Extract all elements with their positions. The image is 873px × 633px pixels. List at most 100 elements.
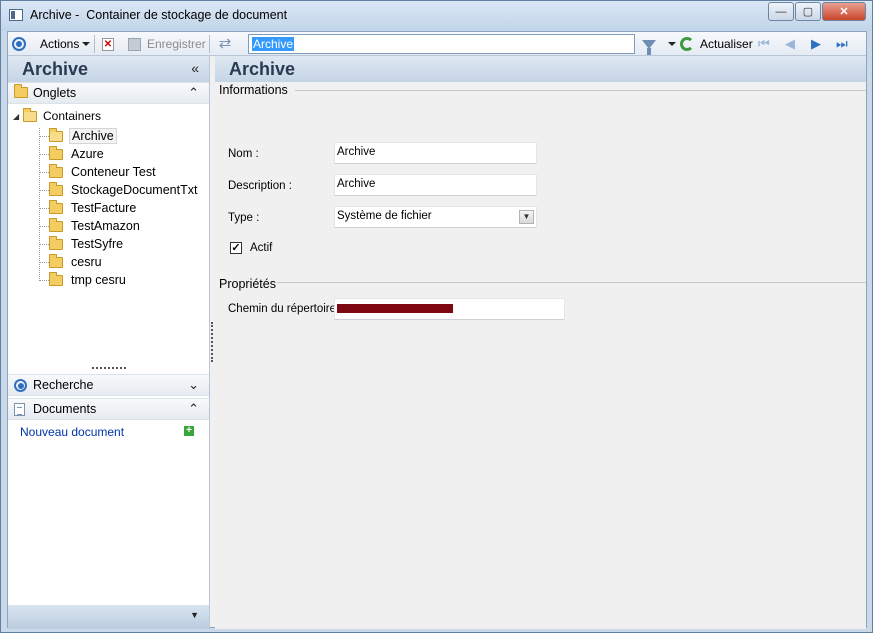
new-document-link[interactable]: Nouveau document [20, 425, 124, 439]
search-target-icon [14, 379, 27, 392]
section-divider [277, 282, 866, 283]
target-icon[interactable] [12, 34, 26, 54]
document-icon [14, 403, 25, 416]
tree-item-tmp-cesru[interactable]: tmp cesru [39, 271, 128, 289]
group-recherche[interactable]: Recherche ⌄ [8, 374, 209, 396]
toolbar-separator [94, 35, 95, 53]
tree-item-stockagedocumenttxt[interactable]: StockageDocumentTxt [39, 181, 199, 199]
folder-open-icon [49, 127, 63, 142]
tree-item-label: tmp cesru [71, 273, 126, 287]
search-input[interactable]: Archive [248, 34, 635, 54]
type-selected-value: Système de fichier [337, 210, 432, 222]
chevron-up-icon[interactable]: ⌃ [188, 401, 199, 417]
tree-item-conteneur-test[interactable]: Conteneur Test [39, 163, 158, 181]
horizontal-splitter[interactable] [92, 367, 126, 369]
tree-item-azure[interactable]: Azure [39, 145, 106, 163]
filter-button[interactable] [642, 34, 656, 55]
expand-toggle-icon[interactable]: ◢ [13, 112, 23, 121]
filter-dropdown[interactable] [665, 34, 676, 54]
chevron-down-icon[interactable]: ▼ [190, 610, 199, 620]
tree-root-containers[interactable]: ◢ Containers [13, 107, 102, 123]
chevron-up-icon[interactable]: ⌃ [188, 85, 199, 101]
group-recherche-label: Recherche [33, 378, 94, 392]
maximize-button[interactable]: ▢ [795, 2, 821, 21]
folder-icon [14, 84, 28, 98]
section-divider [295, 90, 866, 91]
folder-icon [49, 253, 63, 268]
nom-label: Nom : [228, 148, 259, 160]
tree-item-testamazon[interactable]: TestAmazon [39, 217, 142, 235]
tree-item-label: Archive [69, 128, 117, 144]
title-bar[interactable]: Archive - Container de stockage de docum… [1, 1, 872, 31]
tree-item-label: TestAmazon [71, 219, 140, 233]
tree-item-testsyfre[interactable]: TestSyfre [39, 235, 125, 253]
actif-checkbox[interactable]: ✓ [230, 242, 242, 254]
group-documents-label: Documents [33, 402, 97, 416]
tree-root-label: Containers [43, 109, 102, 123]
caret-down-icon [668, 42, 676, 46]
description-label: Description : [228, 180, 292, 192]
left-panel-header: Archive « [8, 56, 209, 82]
folder-icon [49, 271, 63, 286]
left-panel: Archive « Onglets ⌃ ◢ Containers Archive… [8, 56, 210, 629]
group-onglets[interactable]: Onglets ⌃ [8, 82, 209, 104]
client-area: Actions ✕ Enregistrer ⇄ Archive Actualis… [7, 31, 867, 629]
informations-section-title: Informations [219, 83, 288, 97]
minimize-button[interactable]: — [768, 2, 794, 21]
detail-header: Archive [215, 56, 866, 82]
folder-icon [49, 235, 63, 250]
group-documents[interactable]: Documents ⌃ [8, 398, 209, 420]
window-title: Archive - Container de stockage de docum… [30, 8, 288, 22]
tree-item-archive[interactable]: Archive [39, 127, 117, 145]
delete-button[interactable]: ✕ [102, 34, 114, 54]
group-onglets-label: Onglets [33, 86, 77, 100]
proprietes-section-title: Propriétés [219, 277, 276, 291]
toolbar: Actions ✕ Enregistrer ⇄ Archive Actualis… [8, 32, 866, 56]
refresh-label: Actualiser [700, 37, 753, 51]
actif-label: Actif [250, 242, 273, 254]
tree-item-label: Azure [71, 147, 104, 161]
window-controls: — ▢ ✕ [767, 2, 866, 21]
tree-item-label: StockageDocumentTxt [71, 183, 198, 197]
chemin-field[interactable] [334, 298, 565, 320]
refresh-button[interactable]: Actualiser [680, 34, 753, 54]
sync-icon: ⇄ [218, 35, 232, 52]
left-panel-footer: ▼ [8, 605, 209, 629]
tree-item-cesru[interactable]: cesru [39, 253, 104, 271]
toolbar-separator [209, 35, 210, 53]
chevron-down-icon[interactable]: ▼ [519, 210, 534, 224]
detail-panel: Archive Informations Nom : Archive Descr… [215, 56, 866, 629]
chevron-down-icon[interactable]: ⌄ [188, 377, 199, 393]
first-record-button[interactable]: ⏮ [758, 34, 770, 54]
app-icon [9, 9, 23, 21]
save-icon [128, 37, 141, 51]
vertical-splitter[interactable] [211, 322, 213, 362]
folder-icon [49, 199, 63, 214]
search-value: Archive [252, 37, 295, 51]
last-record-button[interactable]: ⏭ [836, 34, 848, 54]
previous-record-button[interactable]: ◀ [785, 34, 795, 54]
delete-icon: ✕ [102, 37, 114, 51]
chemin-label: Chemin du répertoire : [228, 303, 343, 315]
folder-icon [49, 145, 63, 160]
description-field[interactable]: Archive [334, 174, 537, 196]
tree-item-label: cesru [71, 255, 102, 269]
next-record-button[interactable]: ▶ [811, 34, 821, 54]
redacted-path [337, 304, 453, 313]
tree-item-testfacture[interactable]: TestFacture [39, 199, 138, 217]
tree-item-label: TestSyfre [71, 237, 124, 251]
actions-menu-button[interactable]: Actions [40, 34, 91, 54]
sync-button[interactable]: ⇄ [217, 34, 233, 54]
collapse-panel-icon[interactable]: « [191, 60, 199, 76]
save-button[interactable]: Enregistrer [128, 34, 206, 54]
refresh-icon [680, 37, 694, 51]
folder-icon [49, 181, 63, 196]
left-panel-title: Archive [22, 59, 89, 79]
add-icon[interactable]: + [184, 426, 194, 436]
save-label: Enregistrer [147, 37, 206, 51]
caret-down-icon [82, 42, 91, 46]
close-button[interactable]: ✕ [822, 2, 866, 21]
type-select[interactable]: Système de fichier ▼ [334, 206, 537, 228]
folder-open-icon [23, 107, 37, 122]
nom-field[interactable]: Archive [334, 142, 537, 164]
